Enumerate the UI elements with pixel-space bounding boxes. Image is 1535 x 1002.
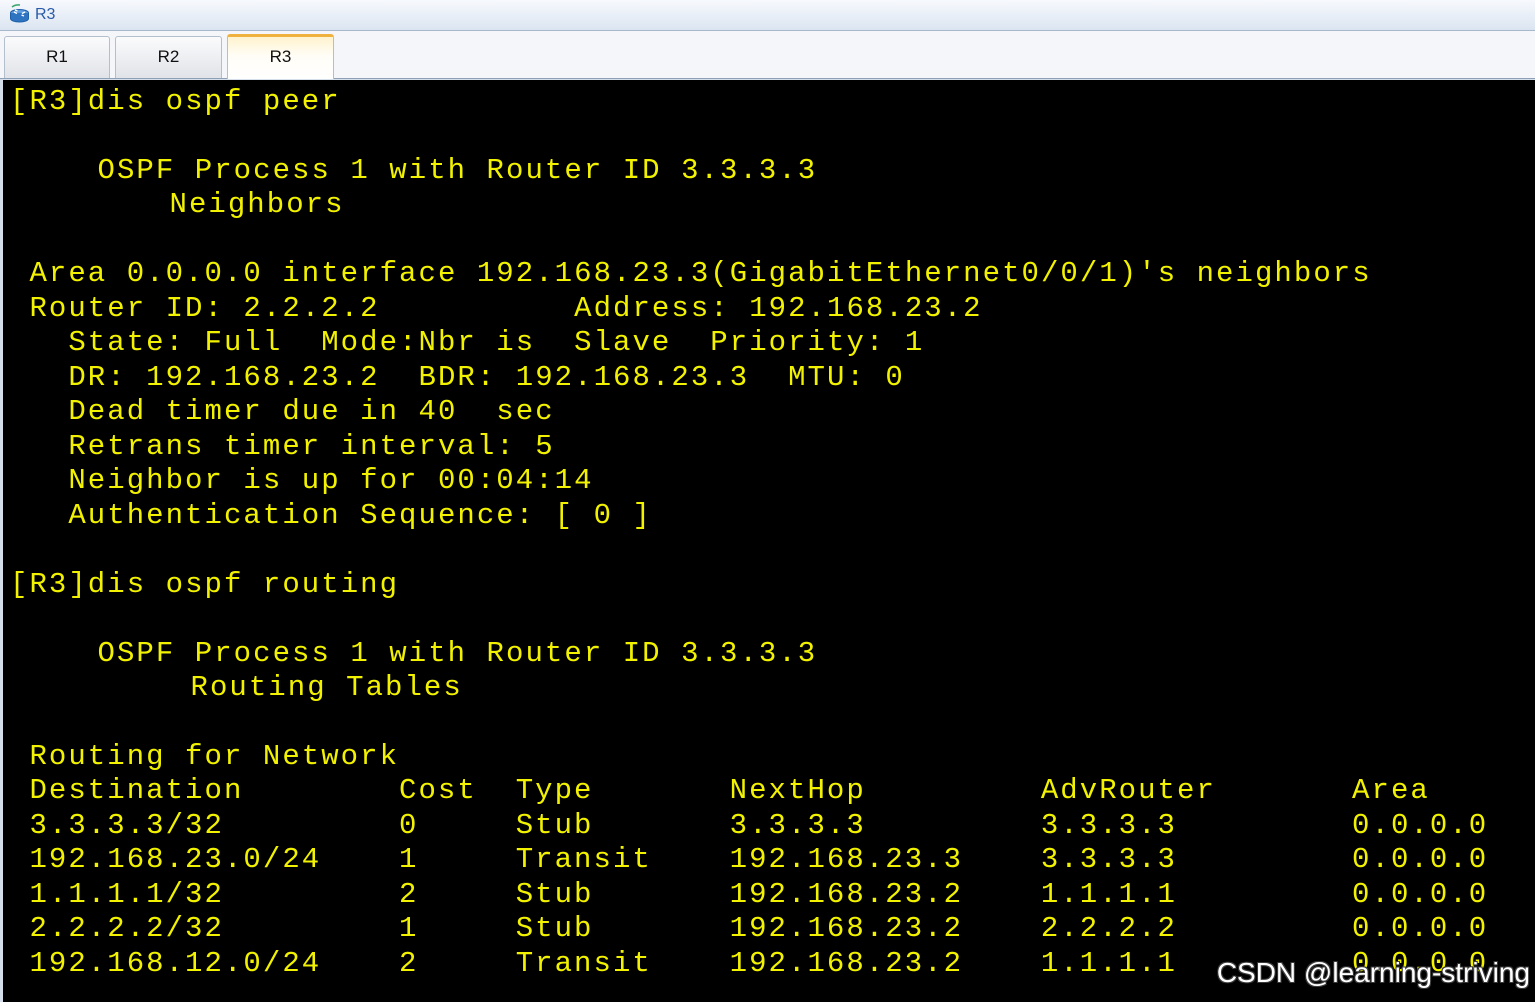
peer-detail-line: Dead timer due in 40 sec	[68, 395, 555, 429]
route-area: 0.0.0.0	[1352, 808, 1489, 842]
terminal-console[interactable]: [R3]dis ospf peer OSPF Process 1 with Ro…	[3, 80, 1535, 1002]
route-cost: 2	[399, 877, 419, 911]
window-title: R3	[35, 6, 56, 23]
route-type: Stub	[515, 808, 594, 842]
column-header-cost: Cost	[399, 774, 477, 808]
peer-detail-line: Authentication Sequence: [ 0 ]	[68, 498, 652, 532]
route-cost: 1	[399, 912, 419, 946]
peer-area-line: Area 0.0.0.0 interface 192.168.23.3(Giga…	[29, 257, 1372, 291]
route-area: 0.0.0.0	[1352, 843, 1489, 877]
device-tab-strip: R1 R2 R3	[0, 31, 1535, 79]
route-area: 0.0.0.0	[1352, 912, 1489, 946]
route-advrouter: 1.1.1.1	[1040, 946, 1178, 980]
router-icon	[8, 4, 31, 27]
route-destination: 3.3.3.3/32	[29, 808, 224, 842]
tab-r2[interactable]: R2	[115, 36, 222, 78]
route-type: Transit	[515, 946, 652, 980]
routing-process-header: OSPF Process 1 with Router ID 3.3.3.3	[97, 636, 818, 670]
routing-table-header: Destination Cost Type NextHop AdvRouter …	[10, 774, 1535, 808]
column-header-area: Area	[1352, 774, 1430, 808]
neighbors-title: Neighbors	[169, 188, 345, 222]
route-row: 3.3.3.3/32 0 Stub 3.3.3.3 3.3.3.3 0.0.0.…	[10, 809, 1535, 843]
peer-detail-line: Neighbor is up for 00:04:14	[68, 464, 594, 498]
tab-r3[interactable]: R3	[227, 34, 334, 79]
route-advrouter: 1.1.1.1	[1040, 877, 1178, 911]
column-header-type: Type	[515, 774, 594, 808]
route-cost: 0	[399, 808, 419, 842]
route-destination: 192.168.12.0/24	[29, 946, 322, 980]
route-advrouter: 3.3.3.3	[1040, 843, 1178, 877]
column-header-destination: Destination	[29, 774, 244, 808]
peer-process-header: OSPF Process 1 with Router ID 3.3.3.3	[97, 153, 818, 187]
column-header-advrouter: AdvRouter	[1040, 774, 1216, 808]
route-destination: 2.2.2.2/32	[29, 912, 224, 946]
route-nexthop: 192.168.23.2	[729, 877, 964, 911]
route-type: Transit	[515, 843, 652, 877]
route-area: 0.0.0.0	[1352, 877, 1489, 911]
route-nexthop: 192.168.23.2	[729, 912, 964, 946]
peer-router-line: Router ID: 2.2.2.2 Address: 192.168.23.2	[29, 291, 983, 325]
route-nexthop: 3.3.3.3	[729, 808, 866, 842]
route-row: 192.168.23.0/24 1 Transit 192.168.23.3 3…	[10, 843, 1535, 877]
route-advrouter: 3.3.3.3	[1040, 808, 1178, 842]
peer-detail-line: Retrans timer interval: 5	[68, 429, 555, 463]
route-destination: 1.1.1.1/32	[29, 877, 224, 911]
route-type: Stub	[515, 912, 594, 946]
routing-command-line: [R3]dis ospf routing	[10, 567, 400, 601]
route-nexthop: 192.168.23.3	[729, 843, 964, 877]
route-nexthop: 192.168.23.2	[729, 946, 964, 980]
route-cost: 1	[399, 843, 419, 877]
tab-r1[interactable]: R1	[4, 36, 110, 78]
route-type: Stub	[515, 877, 594, 911]
peer-detail-line: State: Full Mode:Nbr is Slave Priority: …	[68, 326, 925, 360]
route-destination: 192.168.23.0/24	[29, 843, 322, 877]
routing-section-title: Routing for Network	[29, 739, 400, 773]
route-advrouter: 2.2.2.2	[1040, 912, 1178, 946]
column-header-nexthop: NextHop	[729, 774, 866, 808]
title-bar: R3	[0, 0, 1535, 31]
routing-tables-title: Routing Tables	[190, 670, 463, 704]
csdn-watermark: CSDN @learning-striving	[1216, 957, 1530, 988]
terminal-output: [R3]dis ospf peer OSPF Process 1 with Ro…	[10, 85, 1535, 981]
route-cost: 2	[399, 946, 419, 980]
route-row: 1.1.1.1/32 2 Stub 192.168.23.2 1.1.1.1 0…	[10, 878, 1535, 912]
peer-command-line: [R3]dis ospf peer	[10, 85, 341, 118]
route-row: 2.2.2.2/32 1 Stub 192.168.23.2 2.2.2.2 0…	[10, 912, 1535, 946]
peer-detail-line: DR: 192.168.23.2 BDR: 192.168.23.3 MTU: …	[68, 360, 905, 394]
